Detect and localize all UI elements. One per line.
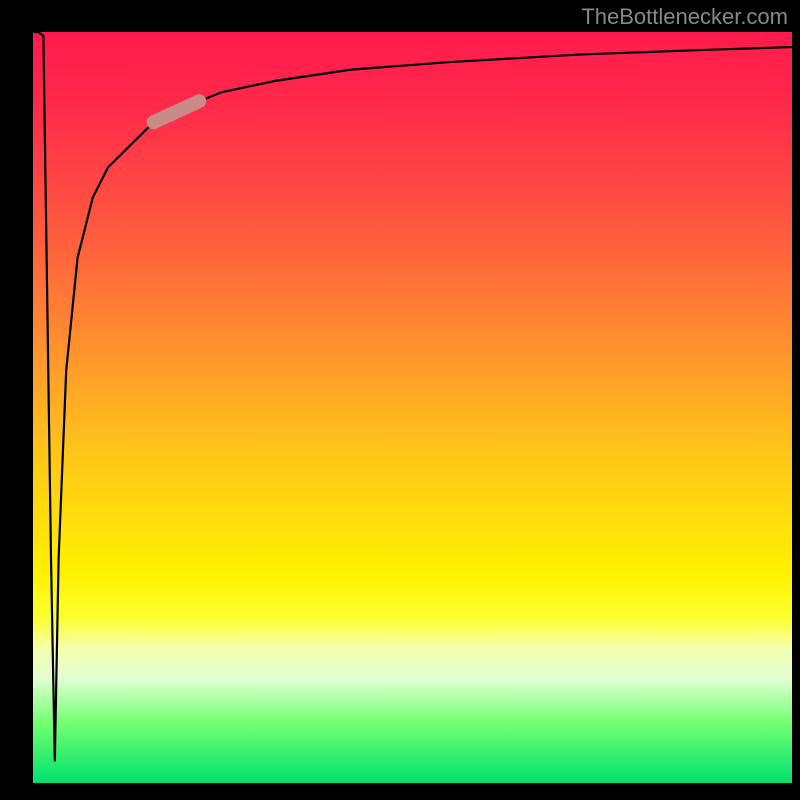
y-axis <box>30 30 33 786</box>
curve-highlight-segment <box>154 101 200 122</box>
x-axis <box>30 783 794 786</box>
watermark-text: TheBottlenecker.com <box>581 4 788 30</box>
bottleneck-curve-path <box>34 32 792 761</box>
chart-svg <box>32 32 792 784</box>
